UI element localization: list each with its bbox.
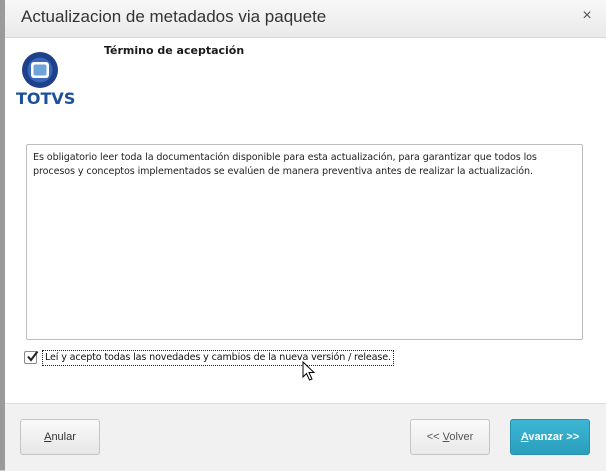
cancel-button[interactable]: Anular bbox=[20, 419, 100, 455]
dialog-footer: Anular << Volver Avanzar >> bbox=[5, 403, 606, 471]
totvs-logo: TOTVS bbox=[16, 49, 76, 109]
window-title: Actualizacion de metadados via paquete bbox=[21, 7, 327, 26]
close-button[interactable]: × bbox=[578, 6, 596, 26]
terms-textarea[interactable]: Es obligatorio leer toda la documentació… bbox=[26, 144, 583, 340]
mouse-pointer-icon bbox=[302, 361, 316, 381]
metadata-update-dialog: Actualizacion de metadados via paquete ×… bbox=[5, 0, 606, 471]
back-button[interactable]: << Volver bbox=[410, 419, 490, 455]
back-prefix: << bbox=[426, 431, 443, 443]
next-label: vanzar >> bbox=[528, 431, 580, 443]
next-button[interactable]: Avanzar >> bbox=[510, 419, 590, 455]
accept-checkbox[interactable] bbox=[24, 350, 39, 364]
logo-text: TOTVS bbox=[16, 89, 75, 108]
terms-text: Es obligatorio leer toda la documentació… bbox=[33, 152, 537, 177]
cancel-label: nular bbox=[51, 431, 76, 443]
totvs-logo-icon: TOTVS bbox=[16, 52, 75, 108]
section-heading: Término de aceptación bbox=[104, 44, 245, 57]
checkmark-icon bbox=[27, 350, 39, 362]
close-icon: × bbox=[582, 7, 592, 24]
accept-checkbox-label[interactable]: Leí y acepto todas las novedades y cambi… bbox=[42, 350, 394, 366]
title-bar: Actualizacion de metadados via paquete × bbox=[5, 0, 606, 38]
back-label: olver bbox=[449, 431, 474, 443]
